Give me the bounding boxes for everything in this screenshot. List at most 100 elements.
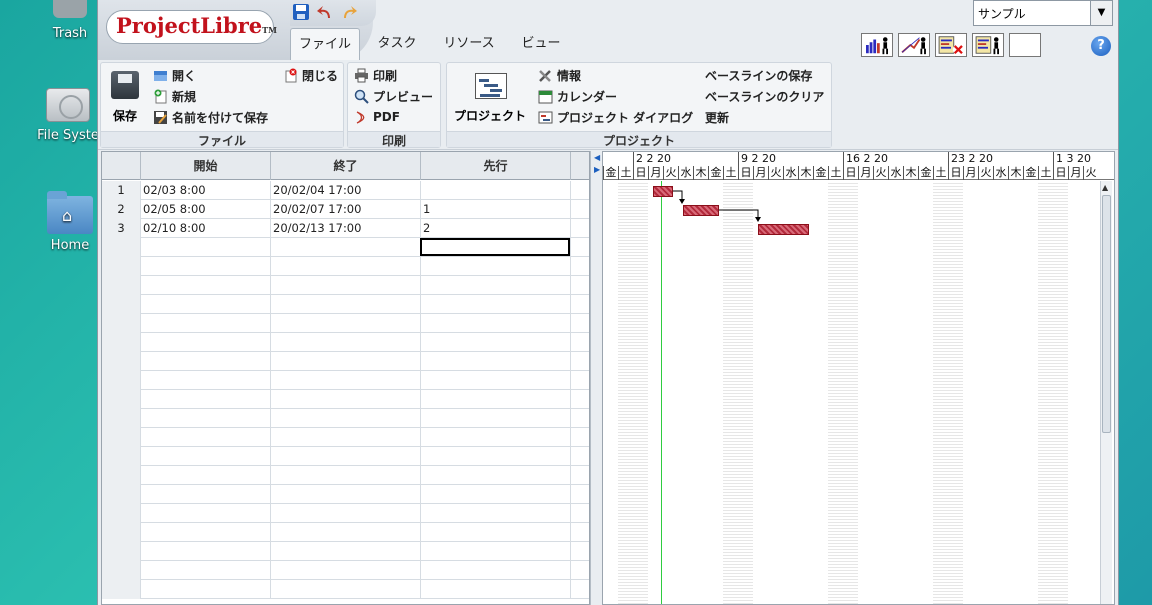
predecessor-cell[interactable] [421,295,571,314]
row-number-cell[interactable] [102,447,141,466]
redo-icon[interactable] [340,3,358,21]
save-icon[interactable] [292,3,310,21]
table-row[interactable] [102,447,589,466]
finish-cell[interactable] [271,333,421,352]
row-number-cell[interactable] [102,333,141,352]
resource-chart-view-icon[interactable] [898,33,930,57]
task-usage-close-view-icon[interactable] [935,33,967,57]
scrollbar-thumb[interactable] [1102,195,1111,433]
finish-cell[interactable] [271,238,421,257]
row-number-cell[interactable] [102,428,141,447]
predecessor-cell[interactable] [421,428,571,447]
table-row[interactable] [102,580,589,599]
predecessor-cell[interactable] [421,276,571,295]
extra-cell[interactable] [571,371,589,390]
table-row[interactable] [102,257,589,276]
row-number-header[interactable] [102,152,141,180]
table-row[interactable]: 1 02/03 8:00 20/02/04 17:00 [102,181,589,200]
extra-cell[interactable] [571,561,589,580]
start-cell[interactable] [141,276,271,295]
row-number-cell[interactable] [102,580,141,599]
finish-column-header[interactable]: 終了 [271,152,421,180]
finish-cell[interactable] [271,371,421,390]
row-number-cell[interactable] [102,352,141,371]
pdf-button[interactable]: PDF [354,108,400,126]
desktop-filesystem[interactable]: File Syste [28,88,108,143]
extra-cell[interactable] [571,314,589,333]
table-row[interactable]: 2 02/05 8:00 20/02/07 17:00 1 [102,200,589,219]
start-cell[interactable]: 02/05 8:00 [141,200,271,219]
row-number-cell[interactable] [102,409,141,428]
finish-cell[interactable] [271,276,421,295]
row-number-cell[interactable] [102,238,141,257]
extra-cell[interactable] [571,295,589,314]
predecessor-cell[interactable] [421,542,571,561]
clear-baseline-button[interactable]: ベースラインのクリア [705,87,824,105]
extra-cell[interactable] [571,447,589,466]
predecessor-cell[interactable] [421,447,571,466]
finish-cell[interactable]: 20/02/04 17:00 [271,181,421,200]
table-row[interactable] [102,276,589,295]
extra-cell[interactable] [571,238,589,257]
finish-cell[interactable]: 20/02/07 17:00 [271,200,421,219]
predecessor-cell[interactable] [421,371,571,390]
start-cell[interactable] [141,390,271,409]
start-cell[interactable]: 02/10 8:00 [141,219,271,238]
save-as-button[interactable]: 名前を付けて保存 [153,108,268,126]
help-icon[interactable]: ? [1091,36,1111,56]
start-cell[interactable] [141,238,271,257]
finish-cell[interactable] [271,295,421,314]
tab-task[interactable]: タスク [368,28,426,60]
row-number-cell[interactable] [102,485,141,504]
finish-cell[interactable] [271,504,421,523]
new-button[interactable]: 新規 [153,87,196,105]
start-cell[interactable] [141,485,271,504]
table-row[interactable] [102,314,589,333]
extra-cell[interactable] [571,428,589,447]
start-cell[interactable] [141,333,271,352]
row-number-cell[interactable] [102,504,141,523]
predecessor-cell[interactable] [421,352,571,371]
gantt-chart[interactable]: 金土日月火水木金土日月火水木金土日月火水木金土日月火水木金土日月火2 2 20 9… [602,151,1115,605]
tab-view[interactable]: ビュー [510,28,572,60]
predecessor-cell[interactable] [421,523,571,542]
predecessor-cell[interactable] [421,333,571,352]
start-cell[interactable] [141,466,271,485]
predecessor-cell[interactable] [421,504,571,523]
row-number-cell[interactable] [102,257,141,276]
finish-cell[interactable] [271,257,421,276]
finish-cell[interactable] [271,314,421,333]
start-cell[interactable] [141,295,271,314]
start-cell[interactable] [141,409,271,428]
save-big-button[interactable]: 保存 [101,63,149,129]
table-row[interactable] [102,371,589,390]
finish-cell[interactable] [271,485,421,504]
close-button[interactable]: 閉じる [283,66,338,84]
start-cell[interactable]: 02/03 8:00 [141,181,271,200]
predecessor-cell[interactable] [421,466,571,485]
row-number-cell[interactable]: 2 [102,200,141,219]
collapse-right-icon[interactable]: ▶ [594,165,600,174]
row-number-cell[interactable]: 3 [102,219,141,238]
print-button[interactable]: 印刷 [354,66,397,84]
table-row[interactable] [102,409,589,428]
row-number-cell[interactable] [102,523,141,542]
row-number-cell[interactable] [102,371,141,390]
table-row[interactable] [102,333,589,352]
finish-cell[interactable] [271,352,421,371]
collapse-left-icon[interactable]: ◀ [594,153,600,162]
table-row[interactable] [102,504,589,523]
row-number-cell[interactable] [102,276,141,295]
row-number-cell[interactable] [102,295,141,314]
extra-cell[interactable] [571,466,589,485]
finish-cell[interactable] [271,561,421,580]
predecessor-cell[interactable] [421,257,571,276]
table-row[interactable] [102,466,589,485]
resource-histogram-view-icon[interactable] [861,33,893,57]
start-cell[interactable] [141,371,271,390]
blank-view-button[interactable] [1009,33,1041,57]
extra-cell[interactable] [571,219,589,238]
extra-cell[interactable] [571,390,589,409]
selected-cell[interactable] [420,238,570,256]
finish-cell[interactable] [271,542,421,561]
